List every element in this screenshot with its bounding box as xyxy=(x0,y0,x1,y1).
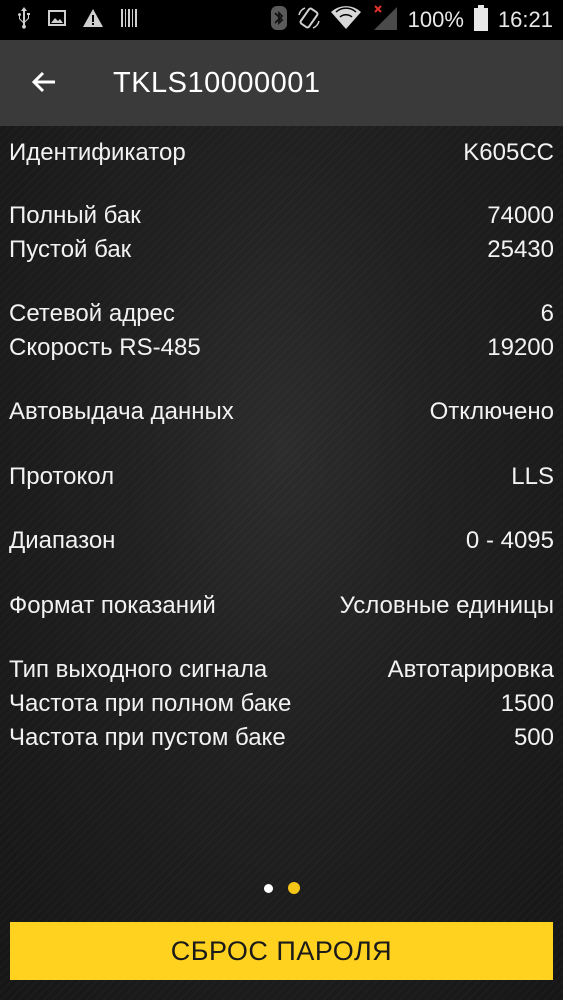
row-value: 19200 xyxy=(487,334,554,361)
row-value: 500 xyxy=(513,724,554,751)
row-value: 0 - 4095 xyxy=(465,527,554,554)
row-identifier: Идентификатор K605CC xyxy=(9,136,554,170)
row-reading-format: Формат показаний Условные единицы xyxy=(9,589,554,623)
row-value: LLS xyxy=(511,463,554,490)
page-indicator xyxy=(0,880,563,896)
row-label: Протокол xyxy=(9,463,115,490)
app-screen: 100% 16:21 TKLS10000001 Идентификатор K6… xyxy=(0,0,563,1000)
page-dot-1[interactable] xyxy=(263,883,273,893)
app-bar: TKLS10000001 xyxy=(0,40,563,126)
wifi-icon xyxy=(330,5,362,36)
row-label: Скорость RS-485 xyxy=(9,334,201,361)
reset-password-button[interactable]: СБРОС ПАРОЛЯ xyxy=(10,922,553,980)
row-label: Частота при полном баке xyxy=(9,690,292,717)
row-rs485-speed: Скорость RS-485 19200 xyxy=(9,331,554,365)
row-value: 74000 xyxy=(487,202,554,229)
row-value: Условные единицы xyxy=(339,592,554,619)
image-icon xyxy=(48,9,66,32)
status-bar-system: 100% 16:21 xyxy=(270,4,553,36)
row-label: Диапазон xyxy=(9,527,116,554)
row-empty-tank: Пустой бак 25430 xyxy=(9,233,554,267)
row-label: Сетевой адрес xyxy=(9,300,175,327)
row-value: Отключено xyxy=(429,398,554,425)
row-label: Идентификатор xyxy=(9,139,186,166)
barcode-icon xyxy=(120,8,138,33)
cellular-signal-icon xyxy=(371,4,399,37)
warning-icon xyxy=(82,8,104,33)
row-label: Частота при пустом баке xyxy=(9,724,286,751)
row-protocol: Протокол LLS xyxy=(9,460,554,494)
status-bar: 100% 16:21 xyxy=(0,0,563,40)
battery-icon xyxy=(473,4,489,37)
row-frequency-empty-tank: Частота при пустом баке 500 xyxy=(9,721,554,755)
row-full-tank: Полный бак 74000 xyxy=(9,199,554,233)
screen-rotation-icon xyxy=(297,6,321,35)
back-button[interactable] xyxy=(24,62,64,102)
row-label: Пустой бак xyxy=(9,236,132,263)
row-auto-data-output: Автовыдача данных Отключено xyxy=(9,395,554,429)
bluetooth-icon xyxy=(270,5,288,36)
row-network-address: Сетевой адрес 6 xyxy=(9,297,554,331)
usb-icon xyxy=(16,6,32,35)
battery-percent: 100% xyxy=(407,7,464,32)
arrow-left-icon xyxy=(31,71,55,93)
row-value: Автотарировка xyxy=(387,656,554,683)
row-label: Полный бак xyxy=(9,202,141,229)
page-dot-2-active[interactable] xyxy=(287,882,300,894)
row-value: K605CC xyxy=(463,139,554,166)
row-output-signal-type: Тип выходного сигнала Автотарировка xyxy=(9,653,554,687)
row-value: 1500 xyxy=(500,690,554,717)
status-bar-notifications xyxy=(16,6,138,35)
row-label: Тип выходного сигнала xyxy=(9,656,268,683)
row-value: 6 xyxy=(540,300,554,327)
row-value: 25430 xyxy=(487,236,554,263)
row-label: Формат показаний xyxy=(9,592,216,619)
page-title: TKLS10000001 xyxy=(113,67,321,99)
clock-time: 16:21 xyxy=(497,7,553,32)
row-label: Автовыдача данных xyxy=(9,398,234,425)
row-range: Диапазон 0 - 4095 xyxy=(9,524,554,558)
row-frequency-full-tank: Частота при полном баке 1500 xyxy=(9,687,554,721)
